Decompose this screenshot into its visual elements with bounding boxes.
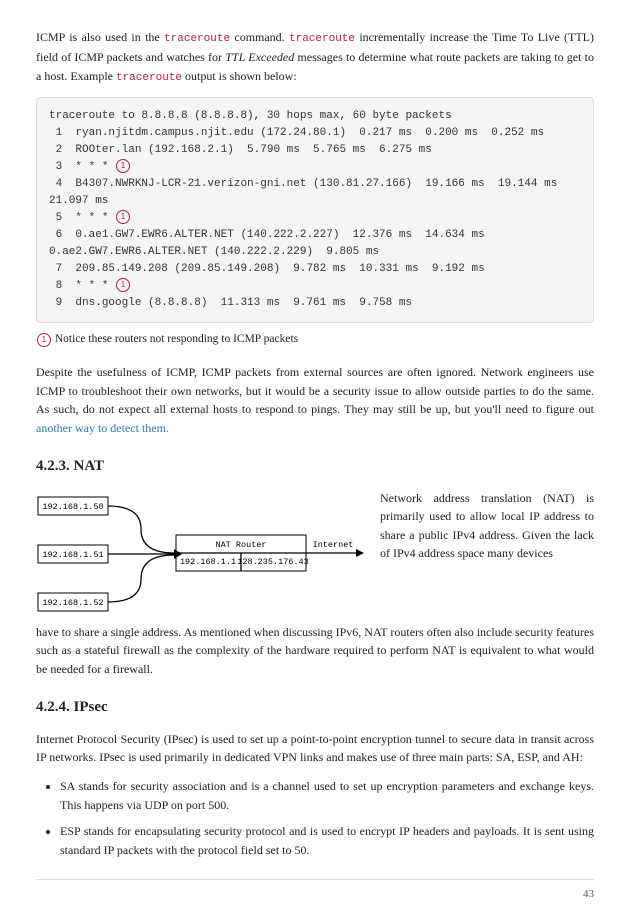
ipsec-paragraph: Internet Protocol Security (IPsec) is us…	[36, 730, 594, 767]
callout-marker-1: 1	[116, 159, 130, 173]
callout-note-marker: 1	[37, 333, 51, 347]
ipsec-bullet-sa: SA stands for security association and i…	[60, 777, 594, 814]
svg-text:192.168.1.52: 192.168.1.52	[42, 598, 103, 608]
nat-paragraph-continue: have to share a single address. As menti…	[36, 623, 594, 679]
intro-paragraph: ICMP is also used in the traceroute comm…	[36, 28, 594, 87]
heading-nat: 4.2.3. NAT	[36, 455, 594, 478]
code-traceroute-3: traceroute	[116, 72, 182, 84]
nat-diagram: 192.168.1.50 192.168.1.51 192.168.1.52 N…	[36, 489, 366, 619]
paragraph-icmp-ignored: Despite the usefulness of ICMP, ICMP pac…	[36, 363, 594, 437]
svg-text:192.168.1.50: 192.168.1.50	[42, 502, 103, 512]
heading-ipsec: 4.2.4. IPsec	[36, 696, 594, 719]
link-detect-them[interactable]: another way to detect them.	[36, 421, 169, 435]
ipsec-bullet-esp: ESP stands for encapsulating security pr…	[60, 822, 594, 859]
callout-marker-3: 1	[116, 278, 130, 292]
ipsec-list: SA stands for security association and i…	[36, 777, 594, 859]
svg-text:Internet: Internet	[313, 540, 354, 550]
page-footer: 43	[36, 879, 594, 903]
code-traceroute-1: traceroute	[164, 33, 230, 45]
svg-text:128.235.176.43: 128.235.176.43	[237, 557, 308, 567]
italic-ttl-exceeded: TTL Exceeded	[225, 50, 294, 64]
svg-text:NAT Router: NAT Router	[215, 540, 266, 550]
traceroute-output: traceroute to 8.8.8.8 (8.8.8.8), 30 hops…	[36, 97, 594, 324]
callout-marker-2: 1	[116, 210, 130, 224]
svg-text:192.168.1.1: 192.168.1.1	[180, 557, 236, 567]
svg-text:192.168.1.51: 192.168.1.51	[42, 550, 103, 560]
callout-note: 1 Notice these routers not responding to…	[36, 331, 594, 349]
nat-paragraph-side: Network address translation (NAT) is pri…	[380, 489, 594, 563]
page-number: 43	[583, 888, 594, 900]
code-traceroute-2: traceroute	[289, 33, 355, 45]
